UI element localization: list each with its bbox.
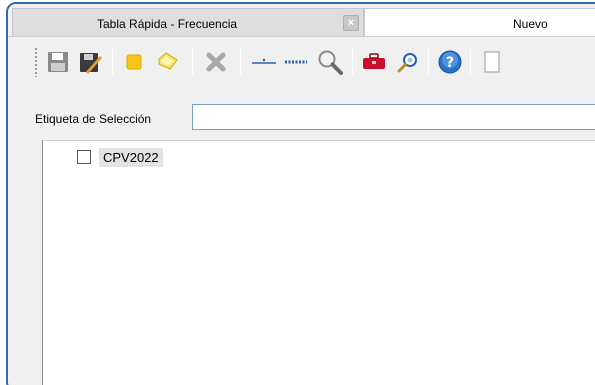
- tab-strip: Tabla Rápida - Frecuencia × Nuevo: [8, 4, 595, 36]
- toolbar-grip[interactable]: [34, 47, 38, 77]
- selection-input[interactable]: [192, 104, 595, 130]
- toolbar-separator: [352, 49, 353, 75]
- toolbar-separator: [470, 49, 471, 75]
- save-button[interactable]: [42, 47, 74, 77]
- search-button[interactable]: [314, 47, 346, 77]
- selection-label: Etiqueta de Selección: [35, 112, 152, 126]
- svg-text:?: ?: [446, 55, 454, 71]
- toolbar-separator: [428, 49, 429, 75]
- blank-page-icon: [484, 51, 500, 73]
- small-magnifier-icon: [397, 53, 417, 73]
- gray-x-icon: [206, 52, 226, 72]
- toolbox-button[interactable]: [358, 47, 390, 77]
- tab-label: Nuevo: [513, 17, 548, 31]
- window-frame: Tabla Rápida - Frecuencia × Nuevo ? Etiq…: [6, 2, 595, 385]
- yellow-folder-icon: [158, 52, 178, 70]
- line-dot-icon: [252, 58, 276, 64]
- floppy-pencil-icon: [80, 53, 102, 74]
- toolbar-more-button[interactable]: [476, 47, 508, 77]
- tree-item-checkbox[interactable]: [77, 150, 91, 164]
- magnifier-icon: [318, 50, 343, 75]
- red-toolbox-icon: [363, 53, 385, 69]
- tree-item-label: CPV2022: [99, 147, 163, 167]
- dotted-line-icon: [285, 60, 307, 64]
- dotted-line-button[interactable]: [280, 47, 312, 77]
- toolbar-separator: [240, 49, 241, 75]
- toolbar: ?: [8, 36, 595, 86]
- floppy-disk-icon: [48, 52, 68, 72]
- yellow-square-icon: [126, 54, 142, 70]
- tab-label: Tabla Rápida - Frecuencia: [97, 17, 238, 31]
- tab-tabla-rapida[interactable]: Tabla Rápida - Frecuencia ×: [12, 8, 364, 36]
- help-icon: ?: [438, 50, 462, 74]
- delete-button[interactable]: [200, 47, 232, 77]
- new-set-button[interactable]: [118, 47, 150, 77]
- single-line-button[interactable]: [248, 47, 280, 77]
- help-button[interactable]: ?: [434, 47, 466, 77]
- toolbar-separator: [192, 49, 193, 75]
- open-set-button[interactable]: [152, 47, 184, 77]
- tab-nuevo[interactable]: Nuevo: [364, 8, 595, 36]
- tree-item[interactable]: CPV2022: [77, 147, 163, 167]
- save-as-button[interactable]: [74, 47, 106, 77]
- tree-panel: CPV2022: [42, 140, 595, 385]
- close-icon[interactable]: ×: [343, 15, 359, 31]
- toolbar-separator: [112, 49, 113, 75]
- find-button[interactable]: [392, 47, 424, 77]
